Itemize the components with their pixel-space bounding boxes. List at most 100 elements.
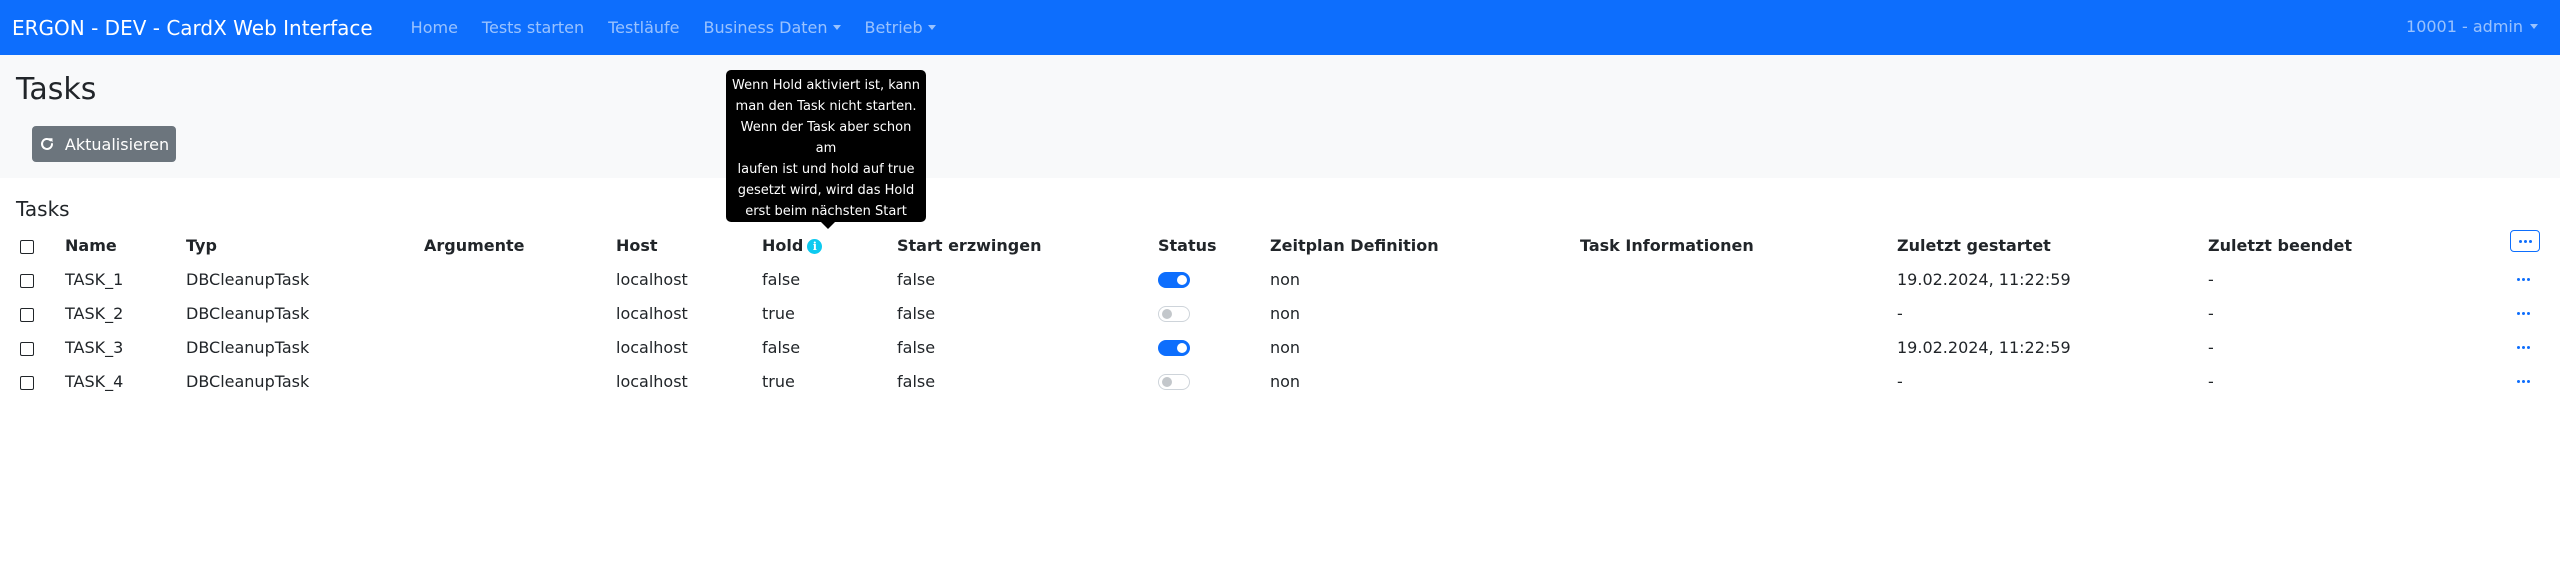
section-title: Tasks xyxy=(16,197,70,221)
row-actions-menu[interactable] xyxy=(2517,312,2530,315)
cell-hold: false xyxy=(762,338,801,357)
dot xyxy=(2517,346,2520,349)
page-title: Tasks xyxy=(16,72,97,107)
table-row: TASK_4 DBCleanupTask localhost true fals… xyxy=(0,365,2560,399)
col-header-host[interactable]: Host xyxy=(616,229,658,263)
cell-zuletzt-beendet: - xyxy=(2208,372,2214,391)
cell-hold: true xyxy=(762,304,795,323)
tooltip-line: berücksichtigt. xyxy=(777,225,875,240)
nav-home[interactable]: Home xyxy=(411,18,458,37)
cell-typ: DBCleanupTask xyxy=(186,304,310,323)
refresh-icon xyxy=(40,137,53,150)
table-row: TASK_3 DBCleanupTask localhost false fal… xyxy=(0,331,2560,365)
col-header-name[interactable]: Name xyxy=(65,229,117,263)
cell-zeitplan: non xyxy=(1270,372,1301,391)
cell-name: TASK_3 xyxy=(65,338,124,357)
dot xyxy=(2517,380,2520,383)
refresh-button[interactable]: Aktualisieren xyxy=(32,126,176,162)
dot xyxy=(2522,312,2525,315)
cell-name: TASK_1 xyxy=(65,270,124,289)
row-actions-menu[interactable] xyxy=(2517,278,2530,281)
dot xyxy=(2527,278,2530,281)
col-header-zuletzt-beendet[interactable]: Zuletzt beendet xyxy=(2208,229,2352,263)
toggle-knob xyxy=(1177,343,1187,353)
dot xyxy=(2527,380,2530,383)
cell-hold: true xyxy=(762,372,795,391)
table-row: TASK_1 DBCleanupTask localhost false fal… xyxy=(0,263,2560,297)
dot xyxy=(2517,278,2520,281)
nav-betrieb-dropdown[interactable]: Betrieb xyxy=(865,18,936,37)
col-header-task-informationen[interactable]: Task Informationen xyxy=(1580,229,1754,263)
nav-business-daten-dropdown[interactable]: Business Daten xyxy=(703,18,840,37)
cell-start-erzwingen: false xyxy=(897,372,936,391)
cell-zuletzt-gestartet: - xyxy=(1897,304,1903,323)
user-menu-dropdown[interactable]: 10001 - admin xyxy=(2406,17,2538,36)
tooltip-line: erst beim nächsten Start xyxy=(745,204,907,219)
status-toggle[interactable] xyxy=(1158,374,1190,390)
row-checkbox[interactable] xyxy=(20,342,34,356)
cell-zuletzt-beendet: - xyxy=(2208,304,2214,323)
dot xyxy=(2523,239,2527,243)
cell-host: localhost xyxy=(616,338,688,357)
nav-links: Home Tests starten Testläufe Business Da… xyxy=(399,18,948,37)
status-toggle[interactable] xyxy=(1158,272,1190,288)
row-actions-menu[interactable] xyxy=(2517,380,2530,383)
toggle-knob xyxy=(1162,377,1172,387)
tooltip-line: laufen ist und hold auf true xyxy=(737,162,915,177)
dot xyxy=(2527,346,2530,349)
status-toggle[interactable] xyxy=(1158,340,1190,356)
page-header: Tasks Aktualisieren xyxy=(0,55,2560,178)
cell-name: TASK_2 xyxy=(65,304,124,323)
cell-host: localhost xyxy=(616,304,688,323)
cell-host: localhost xyxy=(616,372,688,391)
table-header-row: Name Typ Argumente Host Hold i Start erzw… xyxy=(0,229,2560,263)
dot xyxy=(2528,239,2532,243)
row-checkbox[interactable] xyxy=(20,274,34,288)
cell-zuletzt-beendet: - xyxy=(2208,270,2214,289)
row-checkbox[interactable] xyxy=(20,376,34,390)
cell-name: TASK_4 xyxy=(65,372,124,391)
cell-zuletzt-gestartet: 19.02.2024, 11:22:59 xyxy=(1897,338,2071,357)
col-header-zeitplan[interactable]: Zeitplan Definition xyxy=(1270,229,1439,263)
cell-zuletzt-gestartet: - xyxy=(1897,372,1903,391)
tasks-table: Name Typ Argumente Host Hold i Start erzw… xyxy=(0,229,2560,399)
dot xyxy=(2517,312,2520,315)
row-actions-menu[interactable] xyxy=(2517,346,2530,349)
toggle-knob xyxy=(1162,309,1172,319)
top-navbar: ERGON - DEV - CardX Web Interface Home T… xyxy=(0,0,2560,55)
cell-zeitplan: non xyxy=(1270,270,1301,289)
dot xyxy=(2522,278,2525,281)
refresh-button-label: Aktualisieren xyxy=(64,134,170,154)
tooltip-line: man den Task nicht starten. xyxy=(735,99,917,114)
cell-start-erzwingen: false xyxy=(897,304,936,323)
dot xyxy=(2522,380,2525,383)
dot xyxy=(2527,312,2530,315)
cell-start-erzwingen: false xyxy=(897,338,936,357)
table-options-button[interactable] xyxy=(2510,230,2540,252)
app-brand[interactable]: ERGON - DEV - CardX Web Interface xyxy=(12,16,373,40)
cell-typ: DBCleanupTask xyxy=(186,270,310,289)
dot xyxy=(2522,346,2525,349)
dot xyxy=(2518,239,2522,243)
col-header-status[interactable]: Status xyxy=(1158,229,1217,263)
cell-host: localhost xyxy=(616,270,688,289)
cell-typ: DBCleanupTask xyxy=(186,372,310,391)
tooltip-line: Wenn der Task aber schon am xyxy=(740,120,912,156)
cell-hold: false xyxy=(762,270,801,289)
nav-tests-starten[interactable]: Tests starten xyxy=(482,18,584,37)
cell-start-erzwingen: false xyxy=(897,270,936,289)
cell-zeitplan: non xyxy=(1270,338,1301,357)
table-row: TASK_2 DBCleanupTask localhost true fals… xyxy=(0,297,2560,331)
col-header-argumente[interactable]: Argumente xyxy=(424,229,525,263)
tooltip-line: Wenn Hold aktiviert ist, kann xyxy=(732,78,920,93)
col-header-zuletzt-gestartet[interactable]: Zuletzt gestartet xyxy=(1897,229,2051,263)
nav-testlaeufe[interactable]: Testläufe xyxy=(608,18,679,37)
col-header-typ[interactable]: Typ xyxy=(186,229,217,263)
toggle-knob xyxy=(1177,275,1187,285)
select-all-checkbox[interactable] xyxy=(20,240,34,254)
hold-tooltip: Wenn Hold aktiviert ist, kann man den Ta… xyxy=(726,70,926,240)
status-toggle[interactable] xyxy=(1158,306,1190,322)
cell-zuletzt-beendet: - xyxy=(2208,338,2214,357)
cell-zuletzt-gestartet: 19.02.2024, 11:22:59 xyxy=(1897,270,2071,289)
row-checkbox[interactable] xyxy=(20,308,34,322)
